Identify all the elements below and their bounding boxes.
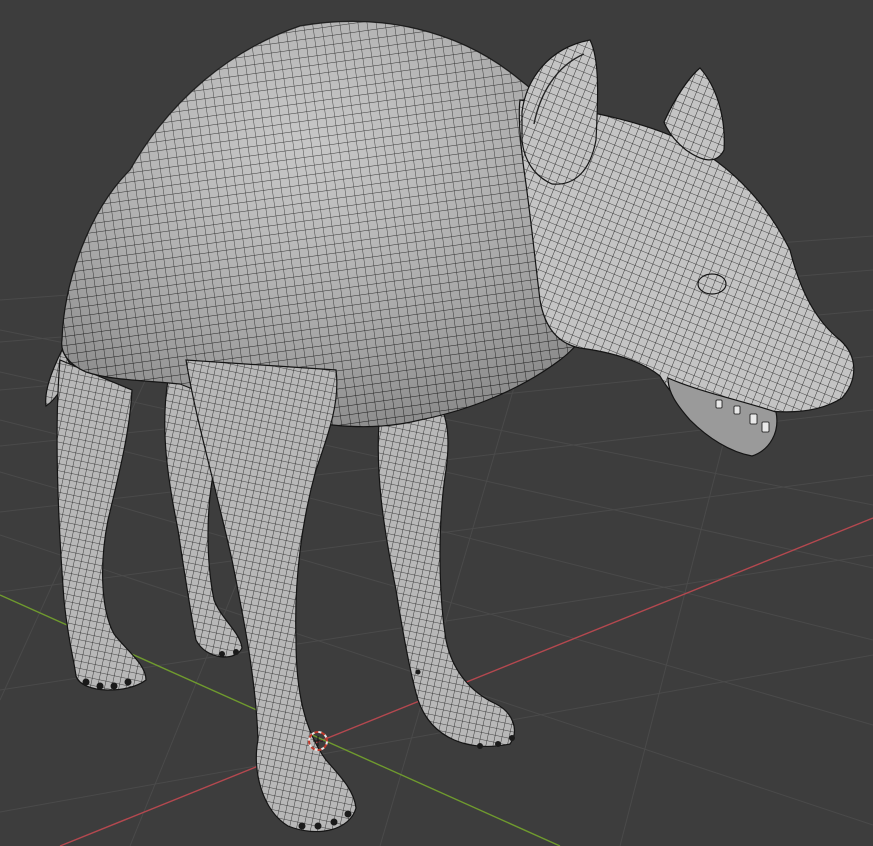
mesh-ear-near — [521, 39, 599, 185]
mesh-eye — [697, 273, 727, 295]
3d-viewport[interactable] — [0, 0, 873, 846]
viewport-canvas[interactable] — [0, 0, 873, 846]
wireframe-mesh-quadruped[interactable] — [45, 20, 855, 833]
mesh-near-hind-leg — [56, 359, 147, 691]
